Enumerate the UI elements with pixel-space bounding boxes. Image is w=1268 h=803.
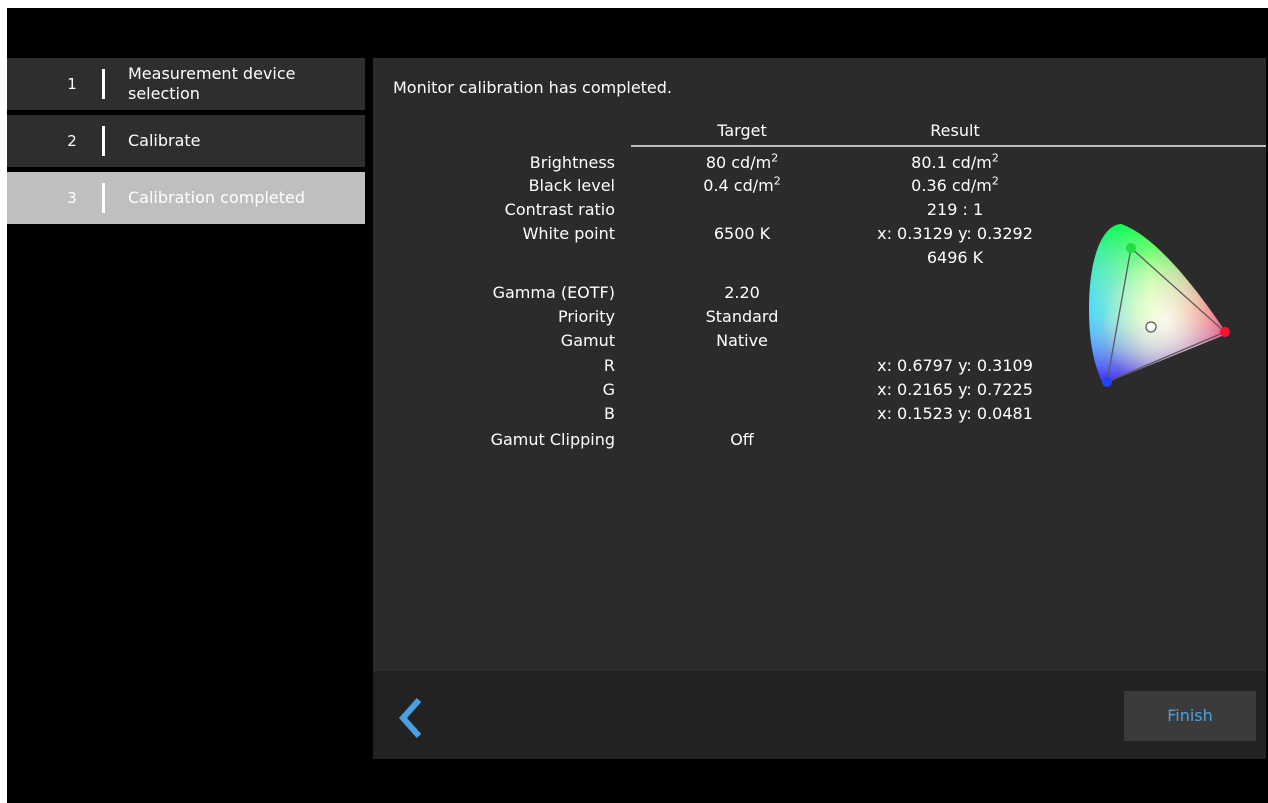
result-value: 6496 K [926,248,984,267]
calibration-window: 1 Measurement device selection 2 Calibra… [7,8,1268,803]
target-value: Native [716,331,768,350]
step-calibrate[interactable]: 2 Calibrate [7,115,365,167]
result-value: 80.1 cd/m2 [865,153,1045,172]
step-divider [102,69,105,99]
step-label: Calibration completed [128,188,306,207]
row-label: White point [522,224,615,243]
step-divider [102,183,105,213]
result-value: 0.36 cd/m2 [865,176,1045,195]
target-value: 80 cd/m2 [682,153,802,172]
target-value: 2.20 [724,283,760,302]
row-label: Brightness [529,153,615,172]
result-text: 80.1 cd/m [911,153,992,172]
result-text: 0.36 cd/m [911,176,992,195]
row-gamut-clipping: Gamut Clipping Off [373,430,1266,453]
result-value: 219 : 1 [926,200,984,219]
step-label: Calibrate [128,131,201,150]
step-measurement-device[interactable]: 1 Measurement device selection [7,58,365,110]
target-value: 6500 K [713,224,771,243]
header-divider [631,145,1266,147]
white-point-marker [1145,321,1157,333]
step-number: 3 [67,189,77,207]
row-label: Priority [558,307,615,326]
page-title: Monitor calibration has completed. [393,78,673,97]
back-button[interactable] [397,696,427,740]
step-calibration-completed[interactable]: 3 Calibration completed [7,172,365,224]
chevron-left-icon [398,698,422,738]
results-panel: Monitor calibration has completed. Targe… [373,58,1266,671]
unit-exponent: 2 [773,174,781,188]
target-value: Standard [705,307,779,326]
target-value: Off [730,430,754,449]
gamut-point-b [1102,377,1112,387]
result-value: x: 0.2165 y: 0.7225 [877,380,1033,399]
gamut-point-r [1220,327,1230,337]
column-header-target: Target [717,121,767,140]
row-gamut-b: B x: 0.1523 y: 0.0481 [373,404,1266,427]
row-label: Black level [528,176,615,195]
result-value: x: 0.6797 y: 0.3109 [877,356,1033,375]
gamut-point-g [1126,243,1136,253]
row-black-level: Black level 0.4 cd/m2 0.36 cd/m2 [373,176,1266,199]
finish-button[interactable]: Finish [1124,691,1256,741]
target-value: 0.4 cd/m2 [682,176,802,195]
row-label: Gamma (EOTF) [492,283,615,302]
result-value: x: 0.3129 y: 0.3292 [877,224,1033,243]
target-text: 80 cd/m [705,153,772,172]
row-label: Gamut Clipping [490,430,615,449]
cie-gamut-diagram-icon [1089,224,1230,387]
row-brightness: Brightness 80 cd/m2 80.1 cd/m2 [373,153,1266,176]
step-divider [102,126,105,156]
step-number: 1 [67,75,77,93]
unit-exponent: 2 [771,151,779,165]
unit-exponent: 2 [991,151,999,165]
step-number: 2 [67,132,77,150]
row-label: Contrast ratio [504,200,615,219]
result-value: x: 0.1523 y: 0.0481 [877,404,1033,423]
row-label: G [602,380,615,399]
row-label: R [603,356,615,375]
target-text: 0.4 cd/m [703,176,774,195]
footer-bar: Finish [373,671,1266,759]
row-label: Gamut [560,331,615,350]
steps-sidebar: 1 Measurement device selection 2 Calibra… [7,58,365,229]
unit-exponent: 2 [991,174,999,188]
column-header-result: Result [930,121,980,140]
row-label: B [604,404,615,423]
step-label: Measurement device selection [128,64,296,103]
